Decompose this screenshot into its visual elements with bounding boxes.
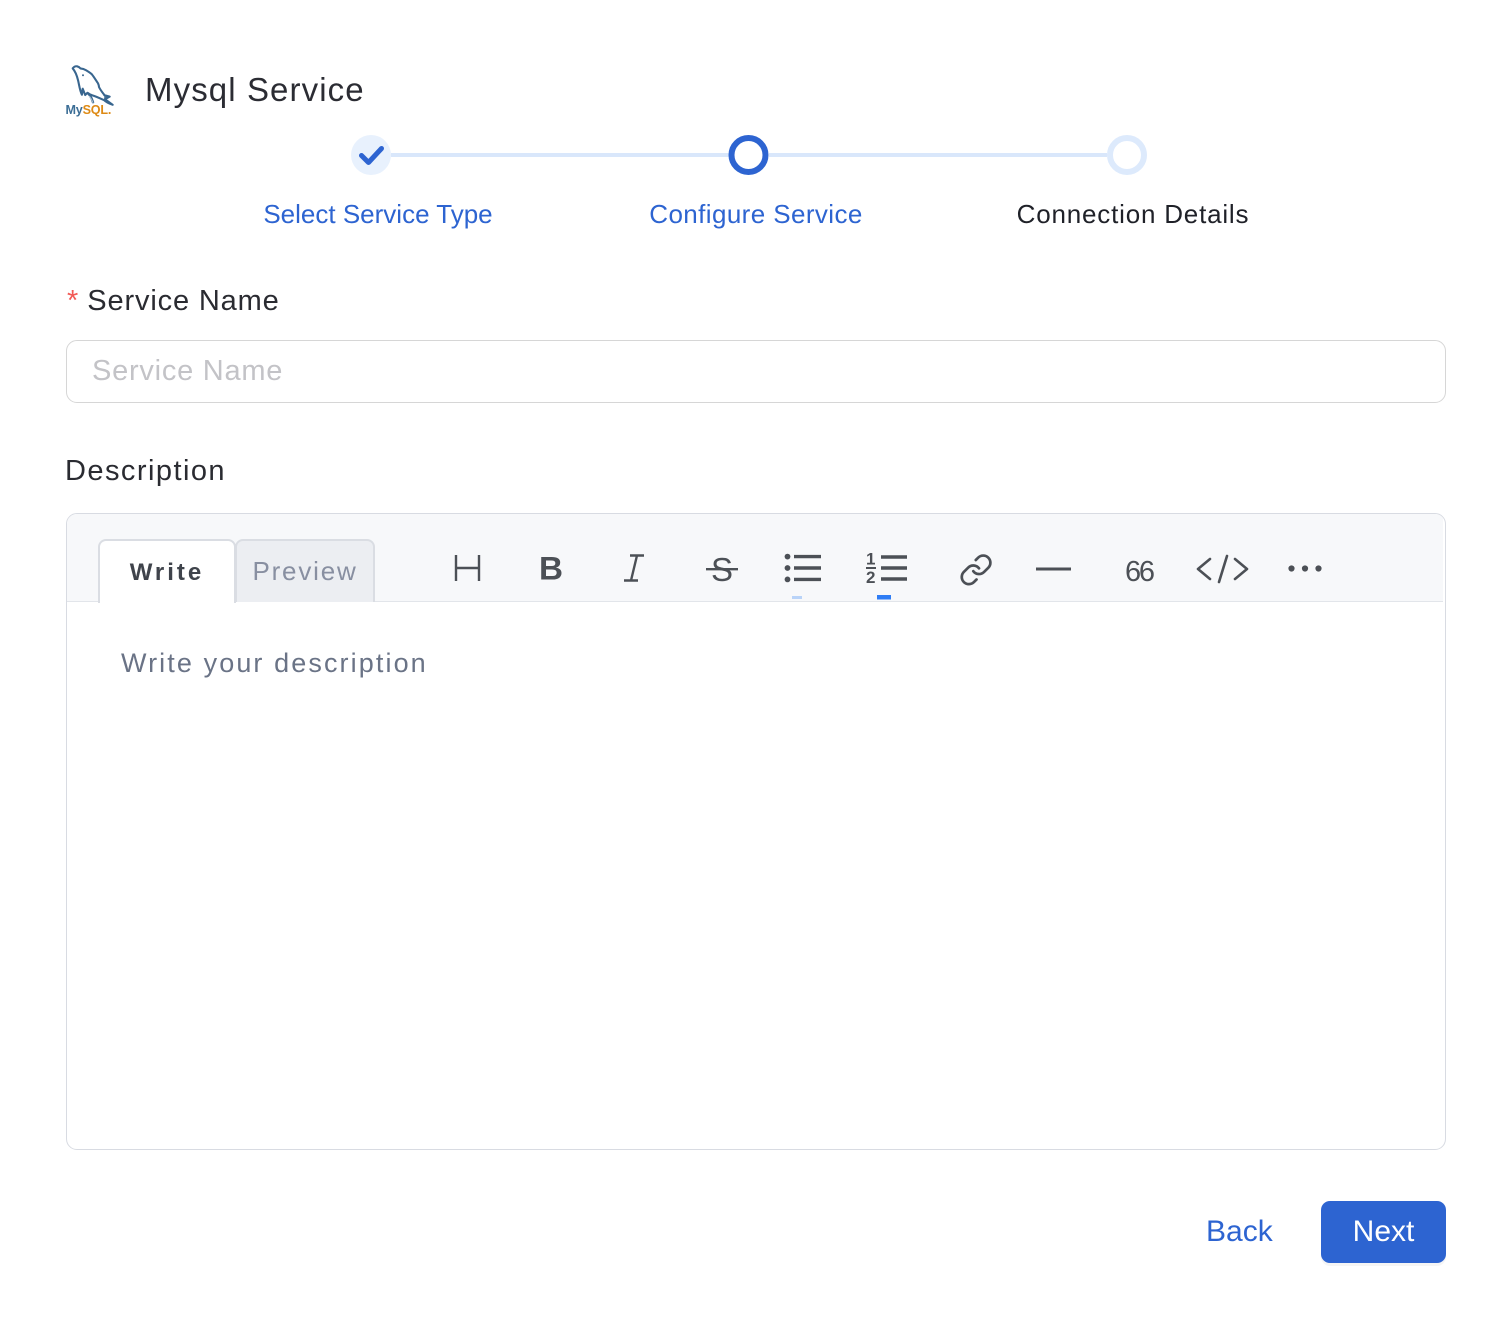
svg-text:66: 66: [1125, 556, 1154, 588]
svg-text:2: 2: [866, 568, 875, 587]
svg-text:MySQL.: MySQL.: [66, 103, 112, 117]
svg-text:S: S: [711, 552, 733, 588]
svg-text:B: B: [539, 552, 563, 587]
svg-text:1: 1: [866, 552, 875, 569]
